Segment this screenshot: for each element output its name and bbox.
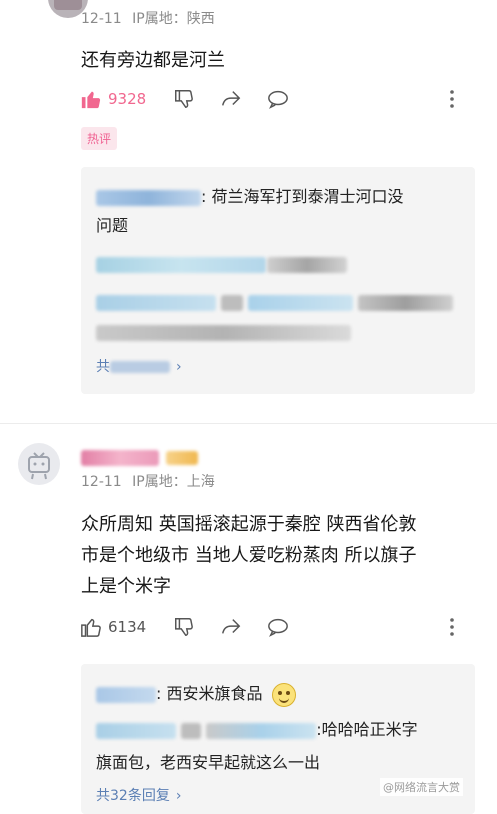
blurred-reply-line — [96, 322, 356, 341]
comment-meta: 12-11 IP属地：上海 — [81, 471, 215, 491]
blurred-username — [96, 189, 201, 206]
ip-location: IP属地：上海 — [132, 474, 215, 490]
more-options-button[interactable] — [446, 88, 458, 110]
comment-actions: 6134 — [80, 616, 146, 638]
blurred-reply-line — [96, 292, 456, 311]
thumbs-down-icon — [175, 90, 193, 108]
thumbs-up-icon — [81, 618, 101, 637]
more-replies-link[interactable]: 共32条回复 › — [96, 782, 181, 810]
tv-mascot-icon — [28, 452, 50, 480]
share-arrow-icon — [222, 91, 241, 106]
chevron-right-icon: › — [176, 359, 182, 375]
reply-text-continued: 问题 — [96, 216, 129, 235]
blurred-reply-line — [96, 254, 351, 273]
reply-text: :哈哈哈正米字 — [316, 720, 418, 739]
more-vertical-icon — [450, 618, 454, 636]
like-button[interactable] — [80, 616, 102, 638]
comment-actions: 9328 — [80, 88, 146, 110]
ip-location: IP属地：陕西 — [132, 11, 215, 27]
more-replies-link[interactable]: 共 › — [96, 353, 182, 381]
comment-divider — [0, 423, 497, 424]
avatar[interactable] — [18, 443, 60, 485]
share-button[interactable] — [219, 88, 243, 110]
dislike-button[interactable] — [173, 88, 195, 110]
level-badge-icon — [166, 450, 199, 465]
hot-comment-badge: 热评 — [81, 127, 118, 150]
username[interactable] — [81, 447, 199, 467]
reply-text-continued: 旗面包，老西安早起就这么一出 — [96, 753, 321, 772]
thumbs-down-icon — [175, 618, 193, 636]
thumbs-up-filled-icon — [81, 91, 101, 109]
watermark: @网络流言大赏 — [380, 778, 463, 796]
reply-item[interactable]: : 西安米旗食品 — [96, 680, 296, 708]
reply-button[interactable] — [266, 88, 290, 110]
share-button[interactable] — [219, 616, 243, 638]
dislike-button[interactable] — [173, 616, 195, 638]
share-arrow-icon — [222, 619, 241, 634]
like-button[interactable] — [80, 88, 102, 110]
comment-date: 12-11 — [81, 11, 122, 27]
like-count: 9328 — [108, 90, 147, 108]
more-options-button[interactable] — [446, 616, 458, 638]
chat-bubble-icon — [268, 90, 288, 109]
blurred-username — [96, 722, 176, 739]
reply-text: : 西安米旗食品 — [156, 684, 263, 703]
blurred-username — [96, 686, 156, 703]
comment-meta: 12-11 IP属地：陕西 — [81, 8, 215, 28]
reply-item[interactable]: :哈哈哈正米字 — [96, 716, 418, 744]
comment-text: 众所周知 英国摇滚起源于秦腔 陕西省伦敦 市是个地级市 当地人爱吃粉蒸肉 所以旗… — [81, 514, 417, 597]
more-vertical-icon — [450, 90, 454, 108]
reply-preview-box[interactable]: : 荷兰海军打到泰渭士河口没 问题 共 › — [81, 167, 475, 394]
chat-bubble-icon — [268, 618, 288, 637]
comment-date: 12-11 — [81, 474, 122, 490]
comment-text: 还有旁边都是河兰 — [81, 50, 225, 71]
reply-button[interactable] — [266, 616, 290, 638]
reply-item[interactable]: : 荷兰海军打到泰渭士河口没 — [96, 183, 403, 211]
like-count: 6134 — [108, 618, 147, 636]
chevron-right-icon: › — [175, 788, 182, 804]
smiley-emoji-icon — [271, 682, 296, 707]
reply-text: : 荷兰海军打到泰渭士河口没 — [201, 187, 404, 206]
